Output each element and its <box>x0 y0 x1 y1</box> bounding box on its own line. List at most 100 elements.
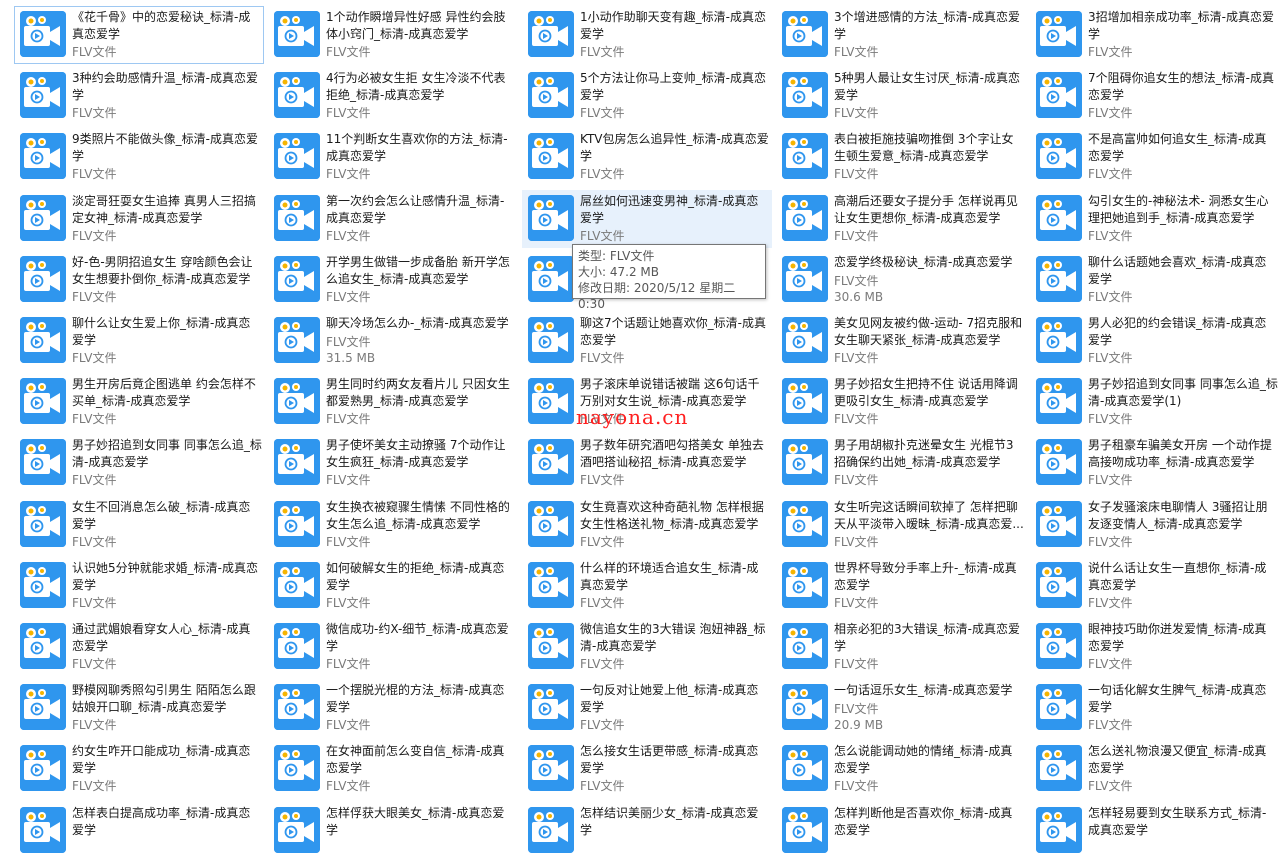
file-item[interactable]: 认识她5分钟就能求婚_标清-成真恋爱学 FLV文件 <box>14 557 264 615</box>
file-item[interactable]: 一句话逗乐女生_标清-成真恋爱学 FLV文件 20.9 MB <box>776 679 1026 737</box>
file-type: FLV文件 <box>72 779 117 794</box>
file-name: 淡定哥狂耍女生追捧 真男人三招搞定女神_标清-成真恋爱学 <box>72 193 256 225</box>
file-item[interactable]: 不是高富帅如何追女生_标清-成真恋爱学 FLV文件 <box>1030 128 1280 186</box>
file-item[interactable]: 3种约会助感情升温_标清-成真恋爱学 FLV文件 <box>14 67 264 125</box>
file-item[interactable]: 男生同时约两女友看片儿 只因女生都爱熟男_标清-成真恋爱学 FLV文件 <box>268 373 518 431</box>
video-file-icon <box>528 623 574 669</box>
video-file-icon <box>782 194 828 241</box>
file-item[interactable]: 通过武媚娘看穿女人心_标清-成真恋爱学 FLV文件 <box>14 618 264 676</box>
file-type: FLV文件 <box>580 167 625 182</box>
file-item[interactable]: 女子发骚滚床电聊情人 3骚招让朋友逐变情人_标清-成真恋爱学 FLV文件 <box>1030 496 1280 554</box>
video-file-icon <box>274 194 320 241</box>
file-item[interactable]: 聊天冷场怎么办-_标清-成真恋爱学 FLV文件 31.5 MB <box>268 312 518 370</box>
video-file-icon <box>20 317 66 363</box>
file-item[interactable]: 5个方法让你马上变帅_标清-成真恋爱学 FLV文件 <box>522 67 772 125</box>
video-file-icon <box>20 378 66 425</box>
file-name: 聊这7个话题让她喜欢你_标清-成真恋爱学 <box>580 316 766 347</box>
file-item[interactable]: 3招增加相亲成功率_标清-成真恋爱学 FLV文件 <box>1030 6 1280 64</box>
file-item[interactable]: 好-色-男阴招追女生 穿啥颜色会让女生想要扑倒你_标清-成真恋爱学 FLV文件 <box>14 251 264 309</box>
file-item[interactable]: 恋爱学终极秘诀_标清-成真恋爱学 FLV文件 30.6 MB <box>776 251 1026 309</box>
file-item[interactable]: 男子数年研究酒吧勾搭美女 单独去酒吧搭讪秘招_标清-成真恋爱学 FLV文件 <box>522 434 772 492</box>
file-type: FLV文件 <box>326 718 371 733</box>
file-name: 一个摆脱光棍的方法_标清-成真恋爱学 <box>326 683 505 715</box>
file-item[interactable]: 屌丝如何迅速变男神_标清-成真恋爱学 FLV文件 <box>522 189 772 248</box>
file-item[interactable]: 男生开房后竟企图逃单 约会怎样不买单_标清-成真恋爱学 FLV文件 <box>14 373 264 431</box>
file-item[interactable]: 一个摆脱光棍的方法_标清-成真恋爱学 FLV文件 <box>268 679 518 737</box>
file-item[interactable]: 《花千骨》中的恋爱秘诀_标清-成真恋爱学 FLV文件 <box>14 6 264 64</box>
file-item[interactable]: 世界杯导致分手率上升-_标清-成真恋爱学 FLV文件 <box>776 557 1026 615</box>
file-type: FLV文件 <box>834 351 879 365</box>
file-item[interactable]: 怎样表白提高成功率_标清-成真恋爱学 <box>14 802 264 860</box>
file-item[interactable]: 怎么送礼物浪漫又便宜_标清-成真恋爱学 FLV文件 <box>1030 740 1280 798</box>
file-item[interactable]: 男子使坏美女主动撩骚 7个动作让女生疯狂_标清-成真恋爱学 FLV文件 <box>268 434 518 492</box>
file-item[interactable]: 在女神面前怎么变自信_标清-成真恋爱学 FLV文件 <box>268 740 518 798</box>
file-item[interactable]: 表白被拒施技骗吻推倒 3个字让女生顿生爱意_标清-成真恋爱学 FLV文件 <box>776 128 1026 186</box>
file-type: FLV文件 <box>834 228 879 243</box>
file-type: FLV文件 <box>834 167 879 182</box>
video-file-icon <box>1036 561 1082 608</box>
file-item[interactable]: 怎样判断他是否喜欢你_标清-成真恋爱学 <box>776 802 1026 860</box>
file-item[interactable]: 怎样结识美丽少女_标清-成真恋爱学 <box>522 802 772 860</box>
video-file-icon <box>1036 684 1082 731</box>
file-item[interactable]: 微信成功-约X-细节_标清-成真恋爱学 FLV文件 <box>268 618 518 676</box>
file-name: 美女见网友被约做-运动- 7招克服和女生聊天紧张_标清-成真恋爱学 <box>834 316 1023 347</box>
file-item[interactable]: 男子租豪车骗美女开房 一个动作提高接吻成功率_标清-成真恋爱学 FLV文件 <box>1030 434 1280 492</box>
video-file-icon <box>274 684 320 731</box>
file-item[interactable]: 女生换衣被窥骤生情愫 不同性格的女生怎么追_标清-成真恋爱学 FLV文件 <box>268 496 518 554</box>
file-type: FLV文件 <box>1088 657 1133 671</box>
file-item[interactable]: 约女生咋开口能成功_标清-成真恋爱学 FLV文件 <box>14 740 264 798</box>
file-type: FLV文件 <box>1088 289 1133 304</box>
file-item[interactable]: 3个增进感情的方法_标清-成真恋爱学 FLV文件 <box>776 6 1026 64</box>
file-item[interactable]: 女生竟喜欢这种奇葩礼物 怎样根据女生性格送礼物_标清-成真恋爱学 FLV文件 <box>522 496 772 554</box>
file-item[interactable]: 男子妙招追到女同事 同事怎么追_标清-成真恋爱学 FLV文件 <box>14 434 264 492</box>
video-file-icon <box>1036 11 1082 57</box>
file-item[interactable]: 聊什么话题她会喜欢_标清-成真恋爱学 FLV文件 <box>1030 251 1280 309</box>
file-item[interactable]: 女生听完这话瞬间软掉了 怎样把聊天从平淡带入暧昧_标清-成真恋爱... FLV文件 <box>776 496 1026 554</box>
file-name: 约女生咋开口能成功_标清-成真恋爱学 <box>72 744 251 776</box>
file-item[interactable]: 相亲必犯的3大错误_标清-成真恋爱学 FLV文件 <box>776 618 1026 676</box>
file-item[interactable]: 4行为必被女生拒 女生冷淡不代表拒绝_标清-成真恋爱学 FLV文件 <box>268 67 518 125</box>
file-item[interactable]: 11个判断女生喜欢你的方法_标清-成真恋爱学 FLV文件 <box>268 128 518 186</box>
file-item[interactable]: 说什么话让女生一直想你_标清-成真恋爱学 FLV文件 <box>1030 557 1280 615</box>
file-item[interactable]: 9类照片不能做头像_标清-成真恋爱学 FLV文件 <box>14 128 264 186</box>
file-type: FLV文件 <box>72 657 117 671</box>
file-item[interactable]: 微信追女生的3大错误 泡妞神器_标清-成真恋爱学 FLV文件 <box>522 618 772 676</box>
file-item[interactable]: 一句话化解女生脾气_标清-成真恋爱学 FLV文件 <box>1030 679 1280 737</box>
file-item[interactable]: 如何破解女生的拒绝_标清-成真恋爱学 FLV文件 <box>268 557 518 615</box>
file-item[interactable]: 淡定哥狂耍女生追捧 真男人三招搞定女神_标清-成真恋爱学 FLV文件 <box>14 190 264 248</box>
file-item[interactable]: 一句反对让她爱上他_标清-成真恋爱学 FLV文件 <box>522 679 772 737</box>
file-type: FLV文件 <box>72 289 117 304</box>
file-item[interactable]: 眼神技巧助你迸发爱情_标清-成真恋爱学 FLV文件 <box>1030 618 1280 676</box>
file-item[interactable]: 怎么说能调动她的情绪_标清-成真恋爱学 FLV文件 <box>776 740 1026 798</box>
file-item[interactable]: 开学男生做错一步成备胎 新开学怎么追女生_标清-成真恋爱学 FLV文件 <box>268 251 518 309</box>
file-name: 屌丝如何迅速变男神_标清-成真恋爱学 <box>580 193 759 225</box>
file-item[interactable]: 怎么接女生话更带感_标清-成真恋爱学 FLV文件 <box>522 740 772 798</box>
file-item[interactable]: 5种男人最让女生讨厌_标清-成真恋爱学 FLV文件 <box>776 67 1026 125</box>
file-item[interactable]: 男人必犯的约会错误_标清-成真恋爱学 FLV文件 <box>1030 312 1280 370</box>
file-item[interactable]: 聊什么让女生爱上你_标清-成真恋爱学 FLV文件 <box>14 312 264 370</box>
file-item[interactable]: 聊这7个话题让她喜欢你_标清-成真恋爱学 FLV文件 <box>522 312 772 370</box>
file-item[interactable]: KTV包房怎么追异性_标清-成真恋爱学 FLV文件 <box>522 128 772 186</box>
file-item[interactable]: 勾引女生的-神秘法术- 洞悉女生心理把她追到手_标清-成真恋爱学 FLV文件 <box>1030 190 1280 248</box>
video-file-icon <box>782 806 828 853</box>
file-item[interactable]: 女生不回消息怎么破_标清-成真恋爱学 FLV文件 <box>14 496 264 554</box>
video-file-icon <box>20 623 66 669</box>
video-file-icon <box>782 317 828 363</box>
file-item[interactable]: 7个阻碍你追女生的想法_标清-成真恋爱学 FLV文件 <box>1030 67 1280 125</box>
file-item[interactable]: 第一次约会怎么让感情升温_标清-成真恋爱学 FLV文件 <box>268 190 518 248</box>
file-item[interactable]: 怎样俘获大眼美女_标清-成真恋爱学 <box>268 802 518 860</box>
file-type: FLV文件 <box>1088 106 1133 121</box>
file-item[interactable]: 男子用胡椒扑克迷晕女生 光棍节3招确保约出她_标清-成真恋爱学 FLV文件 <box>776 434 1026 492</box>
file-item[interactable]: 1小动作助聊天变有趣_标清-成真恋爱学 FLV文件 <box>522 6 772 64</box>
file-item[interactable]: 男子妙招女生把持不住 说话用降调更吸引女生_标清-成真恋爱学 FLV文件 <box>776 373 1026 431</box>
file-item[interactable]: 美女见网友被约做-运动- 7招克服和女生聊天紧张_标清-成真恋爱学 FLV文件 <box>776 312 1026 370</box>
file-type: FLV文件 <box>834 657 879 671</box>
file-item[interactable]: 1个动作瞬增异性好感 异性约会肢体小窍门_标清-成真恋爱学 FLV文件 <box>268 6 518 64</box>
file-item[interactable]: 男子妙招追到女同事 同事怎么追_标清-成真恋爱学(1) FLV文件 <box>1030 373 1280 431</box>
video-file-icon <box>528 378 574 425</box>
file-item[interactable]: 高潮后还要女子提分手 怎样说再见让女生更想你_标清-成真恋爱学 FLV文件 <box>776 190 1026 248</box>
file-item[interactable]: 野模网聊秀照勾引男生 陌陌怎么跟姑娘开口聊_标清-成真恋爱学 FLV文件 <box>14 679 264 737</box>
video-file-icon <box>1036 255 1082 302</box>
file-item[interactable]: 怎样轻易要到女生联系方式_标清-成真恋爱学 <box>1030 802 1280 860</box>
file-item[interactable]: 什么样的环境适合追女生_标清-成真恋爱学 FLV文件 <box>522 557 772 615</box>
